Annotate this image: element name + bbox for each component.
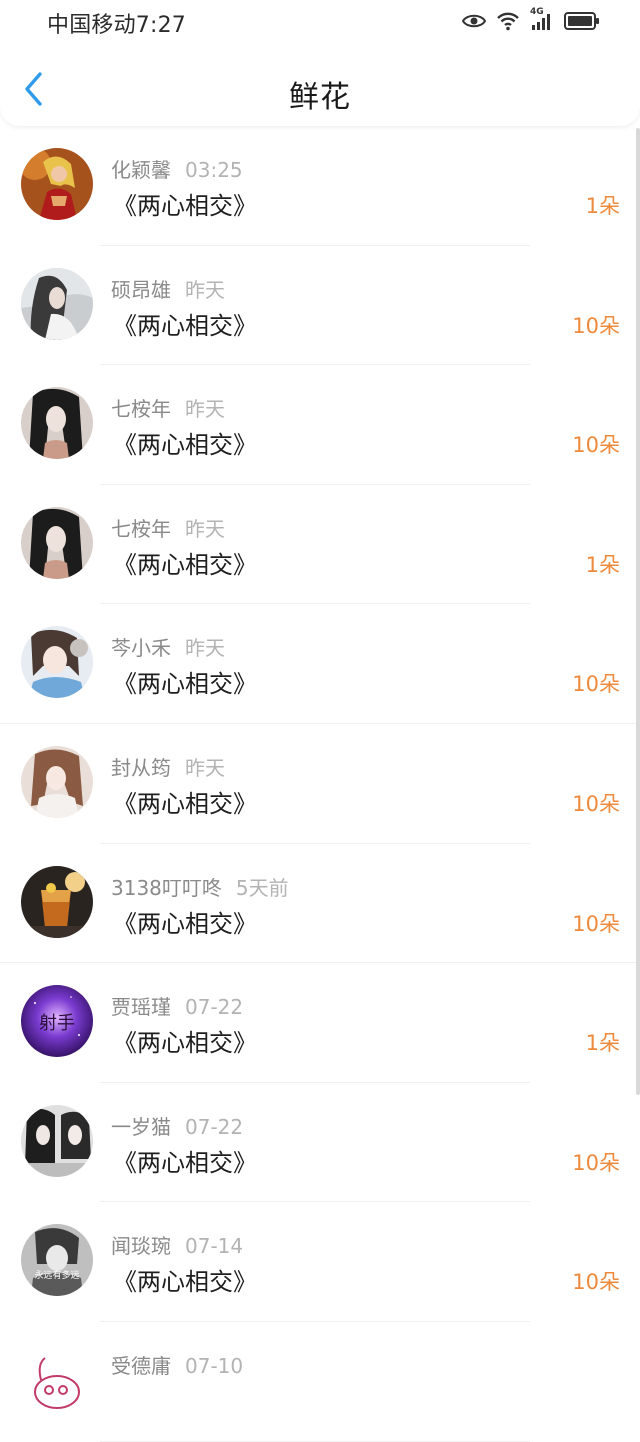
item-meta: 七桉年 昨天	[111, 513, 225, 542]
avatar[interactable]: 射手	[21, 985, 93, 1058]
flower-count: 10朵	[572, 672, 620, 697]
flower-count: 10朵	[572, 791, 620, 816]
avatar[interactable]	[21, 1104, 93, 1177]
book-title: 《两心相交》	[113, 192, 257, 220]
item-time: 07-14	[185, 1234, 244, 1259]
avatar[interactable]	[21, 745, 93, 818]
item-meta: 封从筠 昨天	[111, 752, 225, 781]
flower-count: 10朵	[572, 1270, 620, 1295]
flower-count: 1朵	[585, 194, 620, 218]
flower-count: 10朵	[572, 1150, 620, 1175]
avatar[interactable]	[21, 267, 93, 340]
avatar[interactable]: 永远有多远	[21, 1224, 93, 1297]
item-meta: 一岁猫 07-22	[111, 1111, 243, 1140]
sender-name: 一岁猫	[111, 1114, 171, 1139]
item-time: 昨天	[185, 277, 225, 302]
list-item[interactable]: 七桉年 昨天 《两心相交》 1朵	[0, 485, 640, 605]
sender-name: 3138叮叮咚	[111, 875, 222, 900]
item-meta: 受德庸 07-10	[111, 1350, 243, 1379]
avatar-text: 射手	[39, 1013, 75, 1035]
list-item[interactable]: 七桉年 昨天 《两心相交》 10朵	[0, 365, 640, 485]
avatar[interactable]	[21, 506, 93, 579]
book-title: 《两心相交》	[113, 670, 257, 699]
sender-name: 化颖馨	[111, 158, 171, 182]
item-time: 07-10	[185, 1353, 244, 1378]
sender-name: 闻琰琬	[111, 1234, 171, 1259]
item-time: 03:25	[185, 158, 243, 182]
eye-icon	[462, 13, 486, 29]
sender-name: 受德庸	[111, 1353, 171, 1378]
item-meta: 七桉年 昨天	[111, 393, 225, 422]
carrier-time: 中国移动7:27	[47, 13, 187, 38]
list-item[interactable]: 射手 贾瑶瑾 07-22 《两心相交》 1朵	[0, 963, 640, 1083]
item-time: 07-22	[185, 995, 244, 1020]
sender-name: 芩小禾	[111, 636, 171, 661]
item-meta: 3138叮叮咚 5天前	[111, 872, 289, 901]
item-time: 昨天	[185, 397, 225, 422]
scrollbar[interactable]	[636, 128, 640, 1095]
sender-name: 七桉年	[111, 397, 171, 422]
sender-name: 封从筠	[111, 755, 171, 780]
flower-count: 10朵	[572, 313, 620, 338]
status-bar: 中国移动7:27 4G	[0, 0, 640, 44]
item-time: 07-22	[185, 1114, 244, 1139]
avatar[interactable]	[21, 148, 93, 220]
list-item[interactable]: 硕昂雄 昨天 《两心相交》 10朵	[0, 246, 640, 366]
item-time: 昨天	[185, 755, 225, 780]
flower-count: 1朵	[585, 1031, 620, 1056]
signal-icon: 4G	[530, 7, 554, 31]
avatar[interactable]	[21, 1343, 93, 1416]
list-item[interactable]: 化颖馨 03:25 《两心相交》 1朵	[0, 126, 640, 246]
item-time: 昨天	[185, 516, 225, 541]
sender-name: 硕昂雄	[111, 277, 171, 302]
flower-list: 化颖馨 03:25 《两心相交》 1朵 硕昂雄 昨天 《两心相交》 10朵 七桉…	[0, 126, 640, 1442]
list-item[interactable]: 一岁猫 07-22 《两心相交》 10朵	[0, 1083, 640, 1203]
flower-count: 10朵	[572, 911, 620, 936]
item-time: 5天前	[235, 875, 289, 900]
item-meta: 硕昂雄 昨天	[111, 274, 225, 303]
list-item[interactable]: 永远有多远 闻琰琬 07-14 《两心相交》 10朵	[0, 1202, 640, 1322]
list-item[interactable]: 3138叮叮咚 5天前 《两心相交》 10朵	[0, 844, 640, 964]
list-item[interactable]: 受德庸 07-10	[0, 1322, 640, 1442]
item-meta: 化颖馨 03:25	[111, 154, 243, 183]
book-title: 《两心相交》	[113, 431, 257, 460]
book-title: 《两心相交》	[113, 1148, 257, 1177]
network-type: 4G	[530, 7, 544, 17]
sender-name: 贾瑶瑾	[111, 995, 171, 1020]
wifi-icon	[496, 11, 520, 31]
avatar[interactable]	[21, 626, 93, 699]
status-icons: 4G	[462, 7, 600, 33]
book-title: 《两心相交》	[113, 1268, 257, 1297]
list-item[interactable]: 封从筠 昨天 《两心相交》 10朵	[0, 724, 640, 844]
list-item[interactable]: 芩小禾 昨天 《两心相交》 10朵	[0, 604, 640, 724]
item-meta: 芩小禾 昨天	[111, 632, 225, 661]
book-title: 《两心相交》	[113, 550, 257, 579]
book-title: 《两心相交》	[113, 789, 257, 818]
nav-bar: 鲜花	[0, 44, 640, 126]
flower-count: 1朵	[585, 552, 620, 577]
avatar[interactable]	[21, 865, 93, 938]
book-title: 《两心相交》	[113, 311, 257, 340]
battery-icon	[564, 11, 600, 31]
sender-name: 七桉年	[111, 516, 171, 541]
avatar-text: 永远有多远	[34, 1271, 80, 1282]
avatar[interactable]	[21, 387, 93, 460]
item-meta: 贾瑶瑾 07-22	[111, 991, 243, 1020]
item-meta: 闻琰琬 07-14	[111, 1230, 243, 1259]
book-title: 《两心相交》	[113, 1029, 257, 1058]
book-title: 《两心相交》	[113, 909, 257, 938]
item-time: 昨天	[185, 636, 225, 661]
flower-count: 10朵	[572, 433, 620, 458]
page-title: 鲜花	[289, 80, 351, 115]
